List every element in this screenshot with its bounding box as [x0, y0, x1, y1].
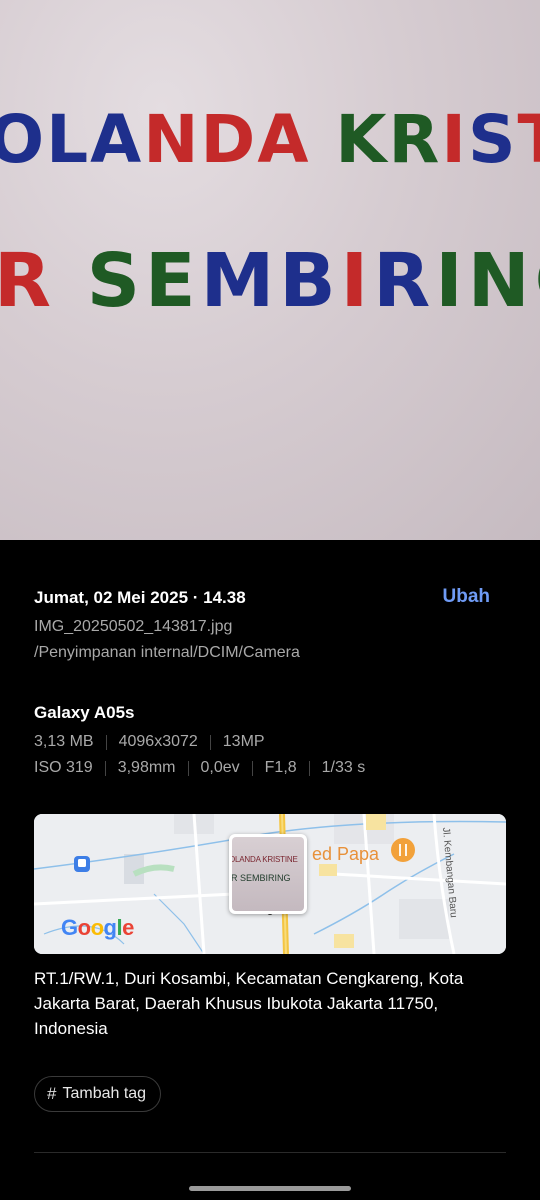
- section-divider: [34, 1152, 506, 1153]
- location-map[interactable]: ed Papa Jl. Kembangan Baru OLANDA KRISTI…: [34, 814, 506, 954]
- file-specs-row: 3,13 MB 4096x3072 13MP: [34, 733, 265, 751]
- divider: [187, 760, 189, 776]
- add-tag-button[interactable]: # Tambah tag: [34, 1076, 162, 1112]
- divider: [209, 734, 211, 750]
- filename: IMG_20250502_143817.jpg: [34, 618, 233, 635]
- divider: [251, 760, 253, 776]
- camera-specs-row: ISO 319 3,98mm 0,0ev F1,8 1/33 s: [34, 759, 365, 777]
- file-path: /Penyimpanan internal/DCIM/Camera: [34, 644, 300, 661]
- photo-text-line1: OLANDA KRISTINE: [0, 101, 540, 178]
- datetime-label: Jumat, 02 Mei 2025 · 14.38: [34, 588, 246, 607]
- handwritten-photo: OLANDA KRISTINE R SEMBIRING: [0, 101, 540, 324]
- divider: [104, 760, 106, 776]
- date-row: Jumat, 02 Mei 2025 · 14.38 Ubah: [34, 586, 506, 612]
- thumbnail-text-line2: R SEMBIRING: [232, 873, 291, 883]
- exposure: 0,0ev: [200, 759, 240, 776]
- hash-icon: #: [47, 1084, 57, 1103]
- focal-length: 3,98mm: [117, 759, 176, 776]
- resolution: 4096x3072: [118, 733, 198, 750]
- divider: [308, 760, 310, 776]
- location-address: RT.1/RW.1, Duri Kosambi, Kecamatan Cengk…: [34, 969, 464, 1038]
- home-indicator[interactable]: [189, 1186, 351, 1191]
- thumbnail-image: OLANDA KRISTINE R SEMBIRING: [232, 837, 304, 911]
- divider: [105, 734, 107, 750]
- file-size: 3,13 MB: [34, 733, 94, 750]
- device-name: Galaxy A05s: [34, 703, 135, 722]
- map-photo-thumbnail: OLANDA KRISTINE R SEMBIRING: [229, 834, 307, 914]
- megapixels: 13MP: [222, 733, 265, 750]
- aperture: F1,8: [264, 759, 297, 776]
- iso: ISO 319: [34, 759, 93, 776]
- photo-text-line2: R SEMBIRING: [0, 238, 540, 324]
- shutter-speed: 1/33 s: [321, 759, 366, 776]
- photo-preview[interactable]: OLANDA KRISTINE R SEMBIRING: [0, 0, 540, 540]
- edit-button[interactable]: Ubah: [443, 586, 491, 608]
- google-logo: Google: [61, 915, 134, 940]
- thumbnail-text-line1: OLANDA KRISTINE: [232, 855, 298, 864]
- map-poi-label: ed Papa: [312, 844, 380, 864]
- add-tag-label: Tambah tag: [62, 1085, 147, 1102]
